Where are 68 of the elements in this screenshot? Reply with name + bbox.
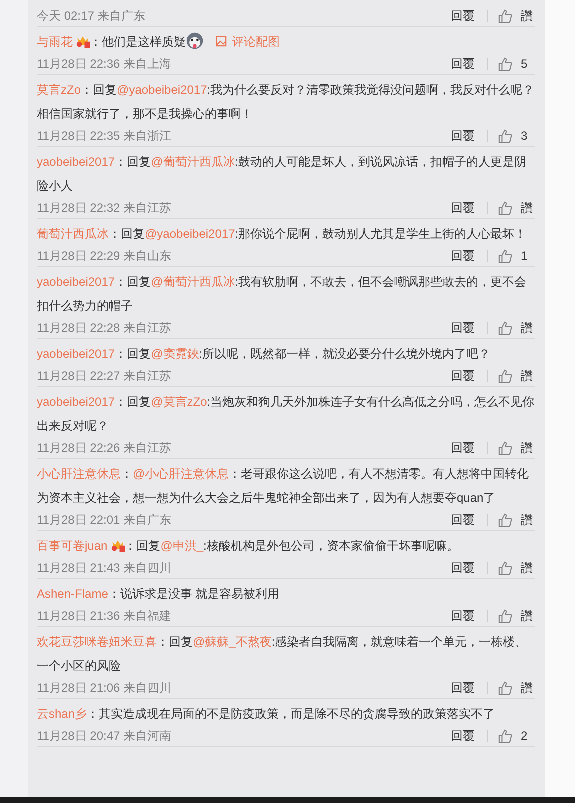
like-count[interactable]: 讚: [521, 8, 535, 24]
comment-text: yaobeibei2017：回复@葡萄汁西瓜冰:我有软肋啊，不敢去，但不会嘲讽那些敢去的，更不会扣什么势力的帽子: [37, 274, 528, 315]
thumbs-up-icon[interactable]: [498, 320, 513, 336]
comment-text: 欢花豆莎咪卷妞米豆喜：回复@蘇蘇_不熬夜:感染者自我隔离，就意味着一个单元，一栋楼、一个小区的风险: [37, 634, 528, 675]
comment-text: yaobeibei2017：回复@葡萄汁西瓜冰:鼓动的人可能是坏人，到说风凉话，扣帽子的人更是阴险小人: [37, 154, 528, 195]
reply-button[interactable]: 回覆: [451, 440, 475, 456]
reply-button[interactable]: 回覆: [451, 248, 475, 264]
like-count[interactable]: 2: [521, 729, 535, 743]
thumbs-up-icon[interactable]: [498, 512, 513, 528]
thumbs-up-icon[interactable]: [498, 440, 513, 456]
comment-text: 与雨花 ：他们是这样质疑 评论配图: [37, 30, 535, 54]
thumbs-up-icon[interactable]: [498, 728, 513, 744]
like-count[interactable]: 讚: [521, 560, 535, 576]
comment-time: 11月28日 21:36 来自福建: [37, 608, 172, 624]
like-count[interactable]: 3: [521, 129, 535, 143]
thumbs-up-icon[interactable]: [498, 200, 513, 216]
like-count[interactable]: 讚: [521, 320, 535, 336]
reply-button[interactable]: 回覆: [451, 128, 475, 144]
like-count[interactable]: 讚: [521, 368, 535, 384]
like-count[interactable]: 讚: [521, 512, 535, 528]
crown-badge-icon: [76, 34, 90, 48]
image-icon: [216, 36, 227, 47]
reply-button[interactable]: 回覆: [451, 512, 475, 528]
thumbs-up-icon[interactable]: [498, 128, 513, 144]
like-count[interactable]: 1: [521, 249, 535, 263]
comment-text: 百事可卷juan ：回复@申洪_:核酸机构是外包公司，资本家偷偷干坏事呢嘛。: [37, 537, 460, 555]
reply-button[interactable]: 回覆: [451, 680, 475, 696]
reply-button[interactable]: 回覆: [451, 728, 475, 744]
reply-button[interactable]: 回覆: [451, 8, 475, 24]
thumbs-up-icon[interactable]: [498, 680, 513, 696]
comment-time: 11月28日 20:47 来自河南: [37, 728, 172, 744]
dog-emoji-icon: [186, 32, 204, 50]
reply-button[interactable]: 回覆: [451, 200, 475, 216]
comment-time: 11月28日 22:26 来自江苏: [37, 440, 172, 456]
comment-time: 11月28日 22:27 来自江苏: [37, 368, 172, 384]
thumbs-up-icon[interactable]: [498, 8, 513, 24]
thumbs-up-icon[interactable]: [498, 56, 513, 72]
comment-text: 葡萄汁西瓜冰：回复@yaobeibei2017:那你说个屁啊，鼓动别人尤其是学生上街的人心最坏！: [37, 226, 528, 243]
comment-text: 小心肝注意休息：@小心肝注意休息：老哥跟你这么说吧，有人不想清零。有人想将中国转化为资本主义社会，想一想为什么大会之后牛鬼蛇神全部出来了，因为有人想要夺quan了: [37, 466, 530, 507]
comment-time: 11月28日 22:35 来自浙江: [37, 128, 172, 144]
like-count[interactable]: 讚: [521, 680, 535, 696]
thumbs-up-icon[interactable]: [498, 248, 513, 264]
like-count[interactable]: 讚: [521, 608, 535, 624]
comment-time: 11月28日 22:28 来自江苏: [37, 320, 172, 336]
comment-text: 莫言zZo：回复@yaobeibei2017:我为什么要反对？清零政策我觉得没问题啊，我反对什么呢？相信国家就行了，那不是我操心的事啊！: [37, 82, 535, 123]
comment-time: 11月28日 22:01 来自广东: [37, 512, 172, 528]
thumbs-up-icon[interactable]: [498, 608, 513, 624]
reply-button[interactable]: 回覆: [451, 56, 475, 72]
like-count[interactable]: 5: [521, 57, 535, 71]
crown-badge-icon: [110, 538, 125, 552]
comment-time: 今天 02:17 来自广东: [37, 8, 146, 24]
comment-time: 11月28日 21:43 来自四川: [37, 560, 172, 576]
comment-time: 11月28日 21:06 来自四川: [37, 680, 172, 696]
comment-time: 11月28日 22:32 来自江苏: [37, 200, 172, 216]
comment-text: yaobeibei2017：回复@莫言zZo:当炮灰和狗几天外加株连子女有什么高低之分吗，怎么不见你出来反对呢？: [37, 394, 535, 435]
comment-time: 11月28日 22:29 来自山东: [37, 248, 172, 264]
thumbs-up-icon[interactable]: [498, 560, 513, 576]
reply-button[interactable]: 回覆: [451, 320, 475, 336]
like-count[interactable]: 讚: [521, 440, 535, 456]
thumbs-up-icon[interactable]: [498, 368, 513, 384]
like-count[interactable]: 讚: [521, 200, 535, 216]
comment-text: yaobeibei2017：回复@窦霓鋏:所以呢，既然都一样，就没必要分什么境外境内了吧？: [37, 346, 492, 363]
reply-button[interactable]: 回覆: [451, 368, 475, 384]
comment-time: 11月28日 22:36 来自上海: [37, 56, 172, 72]
comment-text: Ashen-Flame：说诉求是没事 就是容易被利用: [37, 586, 281, 603]
reply-button[interactable]: 回覆: [451, 560, 475, 576]
reply-button[interactable]: 回覆: [451, 608, 475, 624]
comment-text: 云shan乡：其实造成现在局面的不是防疫政策，而是除不尽的贪腐导致的政策落实不了: [37, 706, 496, 723]
